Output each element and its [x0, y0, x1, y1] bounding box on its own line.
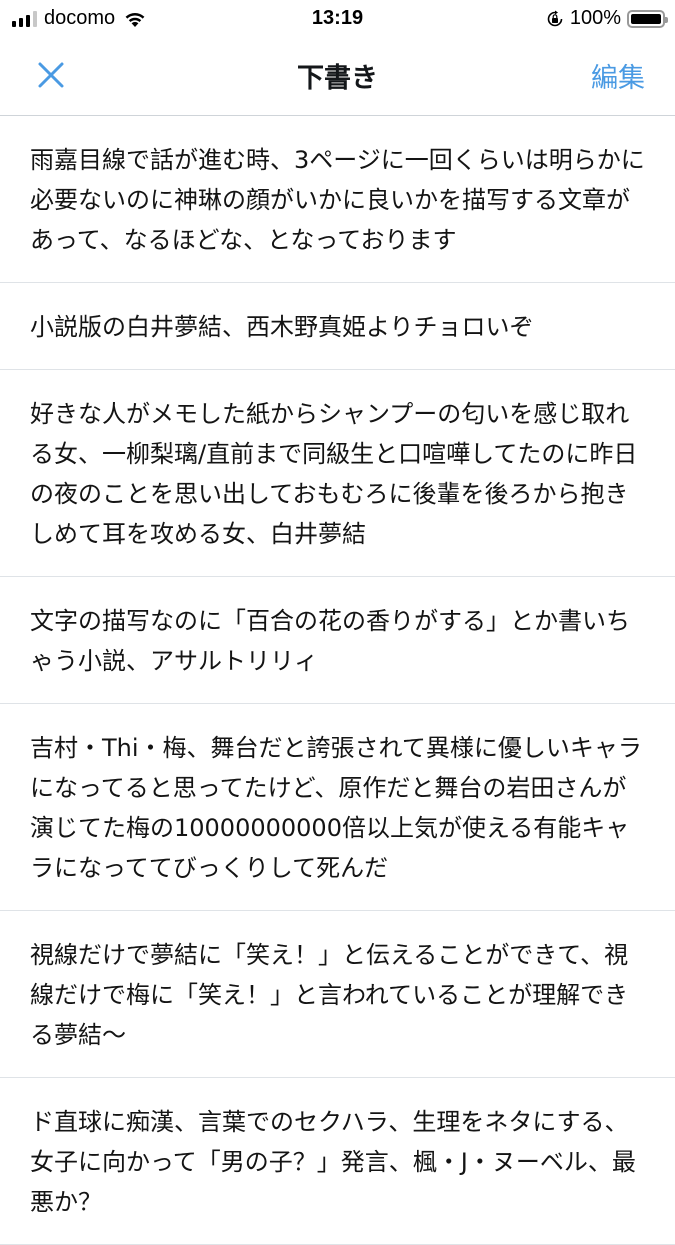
draft-text: 小説版の白井夢結、西木野真姫よりチョロいぞ — [30, 313, 534, 341]
draft-text: 視線だけで夢結に「笑え！」と伝えることができて、視線だけで梅に「笑え！」と言われ… — [30, 941, 629, 1049]
close-button[interactable] — [30, 54, 72, 96]
draft-item[interactable]: 好きな人がメモした紙からシャンプーの匂いを感じ取れる女、一柳梨璃/直前まで同級生… — [0, 370, 675, 577]
draft-text: 文字の描写なのに「百合の花の香りがする」とか書いちゃう小説、アサルトリリィ — [30, 607, 630, 675]
draft-item[interactable]: 雨嘉目線で話が進む時、3ページに一回くらいは明らかに必要ないのに神琳の顔がいかに… — [0, 116, 675, 283]
close-x-icon — [38, 62, 64, 88]
draft-item[interactable]: 文字の描写なのに「百合の花の香りがする」とか書いちゃう小説、アサルトリリィ — [0, 577, 675, 704]
draft-item[interactable]: 視線だけで夢結に「笑え！」と伝えることができて、視線だけで梅に「笑え！」と言われ… — [0, 911, 675, 1078]
draft-item[interactable]: ド直球に痴漢、言葉でのセクハラ、生理をネタにする、女子に向かって「男の子？」発言… — [0, 1078, 675, 1245]
draft-text: ド直球に痴漢、言葉でのセクハラ、生理をネタにする、女子に向かって「男の子？」発言… — [30, 1108, 636, 1216]
draft-text: 雨嘉目線で話が進む時、3ページに一回くらいは明らかに必要ないのに神琳の顔がいかに… — [30, 146, 645, 254]
nav-bar: 下書き 編集 — [0, 38, 675, 116]
draft-item[interactable]: 吉村・Thi・梅、舞台だと誇張されて異様に優しいキャラになってると思ってたけど、… — [0, 704, 675, 911]
edit-button[interactable]: 編集 — [591, 56, 645, 95]
battery-icon — [627, 9, 668, 28]
draft-list: 雨嘉目線で話が進む時、3ページに一回くらいは明らかに必要ないのに神琳の顔がいかに… — [0, 116, 675, 1245]
draft-item[interactable]: 小説版の白井夢結、西木野真姫よりチョロいぞ — [0, 283, 675, 370]
draft-text: 吉村・Thi・梅、舞台だと誇張されて異様に優しいキャラになってると思ってたけど、… — [30, 734, 642, 882]
status-bar: docomo 13:19 100% — [0, 0, 675, 38]
battery-fill — [631, 13, 661, 24]
page-title: 下書き — [297, 63, 378, 94]
battery-percent: 100% — [569, 7, 621, 29]
orientation-lock-icon — [547, 10, 563, 26]
draft-text: 好きな人がメモした紙からシャンプーの匂いを感じ取れる女、一柳梨璃/直前まで同級生… — [30, 400, 638, 548]
status-right: 100% — [546, 7, 668, 30]
